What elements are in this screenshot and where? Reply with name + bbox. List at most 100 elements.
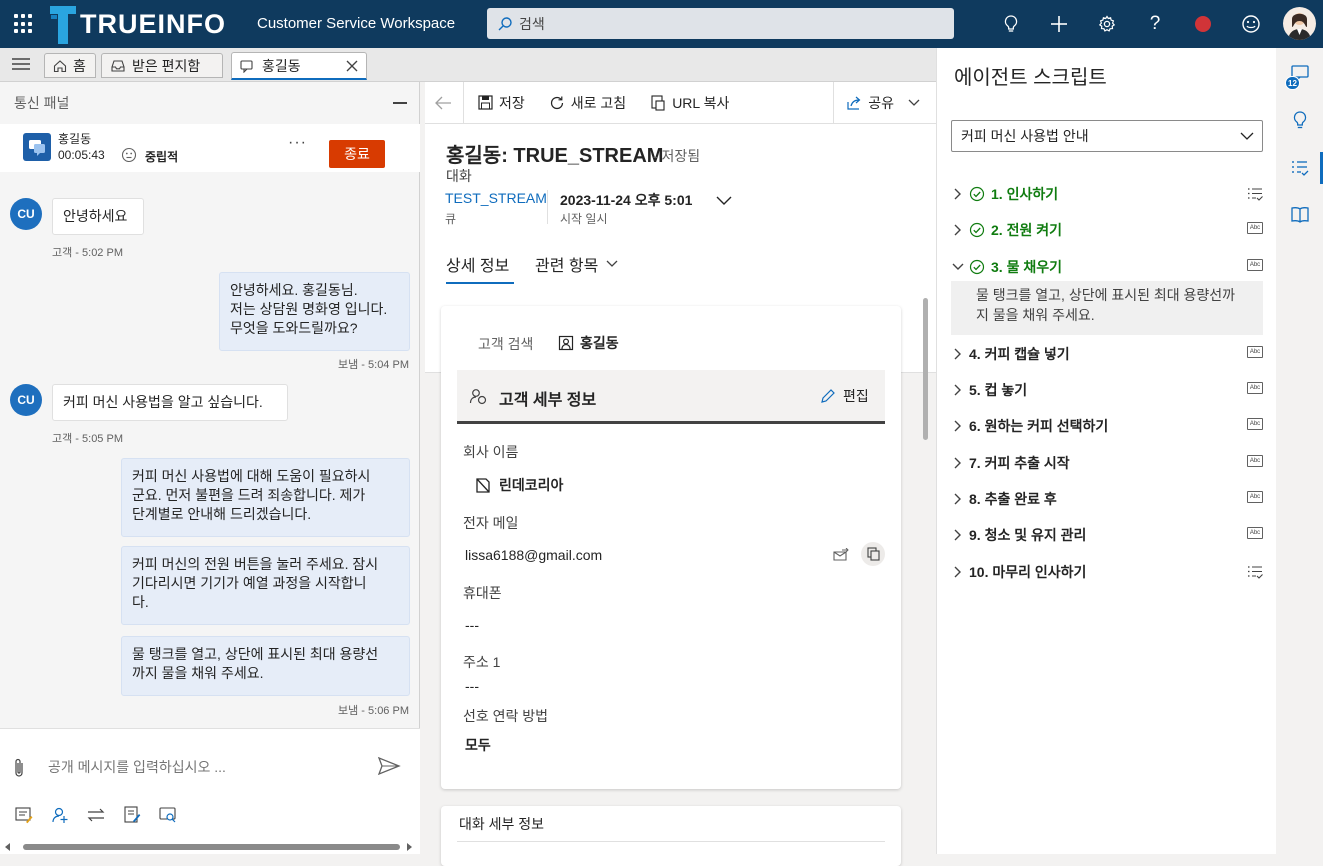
consult-agent-icon[interactable]	[51, 806, 69, 824]
chevron-right-icon[interactable]	[951, 493, 965, 505]
message-line: 커피 머신 사용법을 알고 싶습니다.	[63, 394, 263, 410]
chevron-right-icon[interactable]	[951, 384, 965, 396]
plus-icon[interactable]	[1047, 12, 1071, 36]
attachment-icon[interactable]	[12, 757, 26, 779]
queue-link[interactable]: TEST_STREAM	[445, 190, 547, 206]
transfer-icon[interactable]	[87, 807, 105, 823]
company-label: 회사 이름	[463, 444, 519, 460]
message-input[interactable]	[48, 756, 358, 778]
notes-icon[interactable]	[123, 806, 141, 824]
feedback-smiley-icon[interactable]	[1239, 12, 1263, 36]
tab-home[interactable]: 홈	[44, 53, 96, 78]
tab-related[interactable]: 관련 항목	[535, 252, 618, 276]
script-step[interactable]: 7. 커피 추출 시작 Abc	[951, 451, 1269, 475]
chevron-right-icon[interactable]	[951, 529, 965, 541]
knowledge-book-icon[interactable]	[1290, 206, 1310, 224]
panel-header: 통신 패널	[0, 82, 420, 124]
script-step[interactable]: 4. 커피 캡슐 넣기 Abc	[951, 342, 1269, 366]
horizontal-scrollbar[interactable]	[5, 843, 415, 851]
agent-script-title: 에이전트 스크립트	[954, 67, 1107, 89]
start-time-value: 2023-11-24 오후 5:01	[560, 192, 693, 208]
text-step-icon: Abc	[1247, 222, 1263, 234]
top-bar: TRUEINFO Customer Service Workspace 검색 ?	[0, 0, 1323, 48]
script-select[interactable]: 커피 머신 사용법 안내	[951, 120, 1263, 152]
customer-lookup-name: 홍길동	[580, 335, 619, 351]
minimize-icon[interactable]	[393, 102, 407, 104]
quick-replies-icon[interactable]	[15, 806, 33, 824]
mobile-label: 휴대폰	[463, 585, 502, 601]
back-arrow-icon	[435, 96, 451, 109]
vertical-scrollbar[interactable]	[923, 298, 928, 440]
script-step[interactable]: 10. 마무리 인사하기	[951, 560, 1269, 584]
agent-script-icon[interactable]	[1291, 159, 1309, 177]
message-timestamp: 고객 - 5:02 PM	[52, 247, 123, 259]
script-step[interactable]: 2. 전원 켜기 Abc	[951, 218, 1269, 242]
knowledge-search-icon[interactable]	[159, 806, 177, 824]
step-label: 4. 커피 캡슐 넣기	[969, 346, 1070, 362]
agent-message: 안녕하세요. 홍길동님. 저는 상담원 명화영 입니다. 무엇을 도와드릴까요?	[219, 272, 410, 351]
contact-icon	[558, 335, 574, 351]
step-label: 1. 인사하기	[991, 186, 1059, 202]
address-value[interactable]: ---	[465, 678, 479, 694]
message-timestamp: 보냄 - 5:04 PM	[338, 359, 409, 371]
search-placeholder: 검색	[519, 15, 545, 32]
save-button[interactable]: 저장	[464, 82, 537, 124]
message-line: 무엇을 도와드릴까요?	[230, 320, 358, 336]
conversation-section-title: 대화 세부 정보	[459, 816, 545, 832]
agent-message: 물 탱크를 열고, 상단에 표시된 최대 용량선 까지 물을 채워 주세요.	[121, 636, 410, 696]
presence-busy-icon[interactable]	[1191, 12, 1215, 36]
user-avatar[interactable]	[1283, 7, 1316, 40]
lightbulb-icon[interactable]	[999, 12, 1023, 36]
send-email-icon[interactable]	[833, 548, 849, 562]
more-options-icon[interactable]: ···	[288, 134, 307, 152]
contact-pref-value[interactable]: 모두	[465, 735, 491, 755]
chevron-down-icon[interactable]	[951, 263, 965, 271]
script-step[interactable]: 3. 물 채우기 Abc	[951, 255, 1269, 279]
text-step-icon: Abc	[1247, 418, 1263, 430]
mobile-value[interactable]: ---	[465, 617, 479, 633]
smart-assist-icon[interactable]	[1291, 110, 1309, 130]
chevron-right-icon[interactable]	[951, 566, 965, 578]
chevron-right-icon[interactable]	[951, 348, 965, 360]
text-step-icon: Abc	[1247, 259, 1263, 271]
email-value[interactable]: lissa6188@gmail.com	[465, 547, 602, 563]
edit-button[interactable]: 편집	[821, 386, 869, 406]
chevron-right-icon[interactable]	[951, 420, 965, 432]
end-session-button[interactable]: 종료	[329, 140, 385, 168]
session-timer: 00:05:43	[58, 148, 105, 162]
chevron-right-icon[interactable]	[951, 224, 965, 236]
hamburger-menu-icon[interactable]	[12, 57, 30, 71]
script-step[interactable]: 9. 청소 및 유지 관리 Abc	[951, 523, 1269, 547]
script-step[interactable]: 1. 인사하기	[951, 182, 1269, 206]
company-value: 린데코리아	[499, 477, 564, 493]
script-step[interactable]: 8. 추출 완료 후 Abc	[951, 487, 1269, 511]
close-tab-icon[interactable]	[346, 60, 358, 72]
share-label: 공유	[868, 94, 894, 111]
check-circle-icon	[969, 222, 985, 238]
back-button[interactable]	[425, 81, 464, 124]
customer-lookup[interactable]: 홍길동	[558, 333, 619, 353]
conversation-record: 저장 새로 고침 URL 복사 공유 홍길동: TRUE_STREAM - 저장…	[425, 81, 936, 866]
tab-details[interactable]: 상세 정보	[446, 252, 509, 276]
section-header: 고객 세부 정보 편집	[457, 370, 885, 424]
send-icon[interactable]	[377, 756, 401, 776]
refresh-button[interactable]: 새로 고침	[537, 82, 638, 124]
script-step[interactable]: 6. 원하는 커피 선택하기 Abc	[951, 414, 1269, 438]
script-step[interactable]: 5. 컵 놓기 Abc	[951, 378, 1269, 402]
gear-icon[interactable]	[1095, 12, 1119, 36]
help-icon[interactable]: ?	[1143, 12, 1167, 36]
header-expand-chevron-icon[interactable]	[716, 196, 732, 206]
message-line: 커피 머신 사용법에 대해 도움이 필요하시	[132, 468, 371, 484]
global-search-input[interactable]: 검색	[487, 8, 954, 39]
tab-conversation-hong[interactable]: 홍길동	[231, 52, 367, 80]
copy-link-icon	[651, 94, 665, 111]
app-launcher-icon[interactable]	[14, 14, 34, 34]
copy-email-icon[interactable]	[861, 542, 885, 566]
company-link[interactable]: 린데코리아	[475, 475, 563, 495]
copy-url-button[interactable]: URL 복사	[638, 82, 741, 124]
tab-inbox[interactable]: 받은 편지함	[101, 53, 223, 78]
share-button[interactable]: 공유	[833, 81, 936, 124]
text-step-icon: Abc	[1247, 346, 1263, 358]
chevron-right-icon[interactable]	[951, 188, 965, 200]
chevron-right-icon[interactable]	[951, 457, 965, 469]
